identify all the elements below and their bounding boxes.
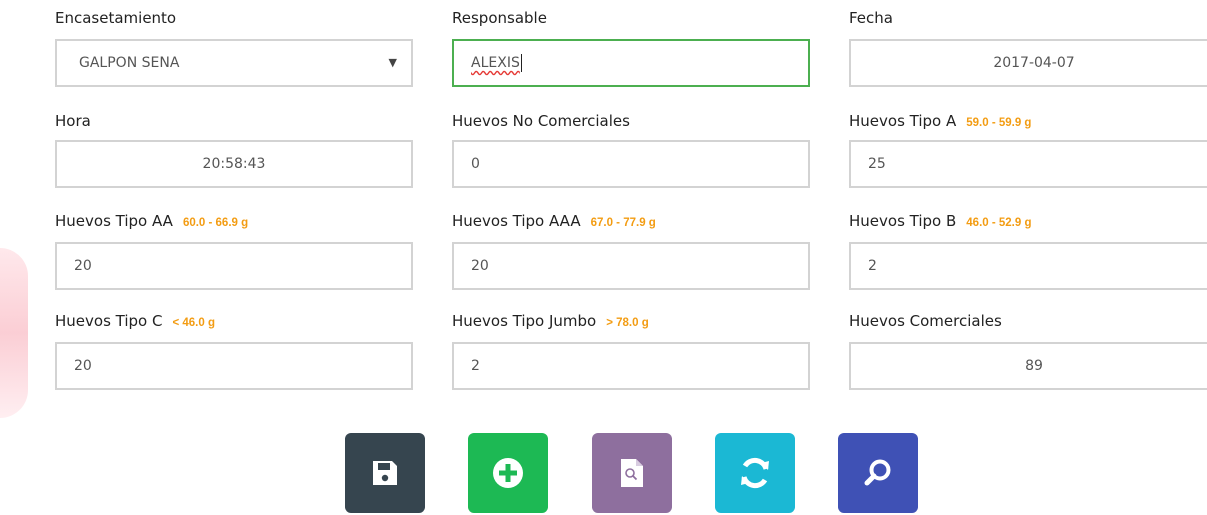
tipo-c-value: 20 bbox=[74, 358, 92, 374]
tipo-b-value: 2 bbox=[868, 258, 877, 274]
tipo-c-input[interactable]: 20 bbox=[55, 342, 413, 390]
fecha-label: Fecha bbox=[849, 9, 893, 27]
hora-label: Hora bbox=[55, 112, 91, 130]
responsable-value: ALEXIS bbox=[471, 55, 520, 71]
encasetamiento-label: Encasetamiento bbox=[55, 9, 177, 27]
document-search-icon bbox=[621, 459, 643, 487]
comerciales-value: 89 bbox=[1025, 358, 1043, 374]
tipo-aa-input[interactable]: 20 bbox=[55, 242, 413, 290]
tipo-a-label: Huevos Tipo A 59.0 - 59.9 g bbox=[849, 112, 1032, 130]
tipo-aaa-label: Huevos Tipo AAA 67.0 - 77.9 g bbox=[452, 212, 656, 230]
background-watermark bbox=[0, 248, 28, 418]
tipo-aaa-value: 20 bbox=[471, 258, 489, 274]
tipo-aaa-range: 67.0 - 77.9 g bbox=[590, 217, 656, 229]
comerciales-input[interactable]: 89 bbox=[849, 342, 1207, 390]
comerciales-label: Huevos Comerciales bbox=[849, 312, 1002, 330]
tipo-a-range: 59.0 - 59.9 g bbox=[966, 117, 1032, 129]
tipo-c-label: Huevos Tipo C < 46.0 g bbox=[55, 312, 215, 330]
responsable-input[interactable]: ALEXIS bbox=[452, 39, 810, 87]
tipo-b-input[interactable]: 2 bbox=[849, 242, 1207, 290]
refresh-icon bbox=[741, 457, 769, 489]
refresh-button[interactable] bbox=[715, 433, 795, 513]
tipo-b-range: 46.0 - 52.9 g bbox=[966, 217, 1032, 229]
encasetamiento-select[interactable]: GALPON SENA ▼ bbox=[55, 39, 413, 87]
hora-input[interactable]: 20:58:43 bbox=[55, 140, 413, 188]
tipo-aa-value: 20 bbox=[74, 258, 92, 274]
encasetamiento-value: GALPON SENA bbox=[79, 55, 180, 71]
tipo-b-label: Huevos Tipo B 46.0 - 52.9 g bbox=[849, 212, 1032, 230]
tipo-jumbo-label: Huevos Tipo Jumbo > 78.0 g bbox=[452, 312, 649, 330]
no-comerciales-value: 0 bbox=[471, 156, 480, 172]
magnifier-icon bbox=[864, 459, 891, 486]
tipo-aaa-input[interactable]: 20 bbox=[452, 242, 810, 290]
no-comerciales-label: Huevos No Comerciales bbox=[452, 112, 630, 130]
tipo-c-range: < 46.0 g bbox=[172, 317, 215, 329]
plus-circle-icon bbox=[493, 458, 523, 488]
save-button[interactable] bbox=[345, 433, 425, 513]
tipo-a-value: 25 bbox=[868, 156, 886, 172]
tipo-jumbo-input[interactable]: 2 bbox=[452, 342, 810, 390]
tipo-aa-range: 60.0 - 66.9 g bbox=[182, 217, 249, 229]
text-cursor bbox=[520, 54, 522, 72]
floppy-disk-icon bbox=[373, 461, 397, 485]
tipo-aa-label: Huevos Tipo AA 60.0 - 66.9 g bbox=[55, 212, 249, 230]
fecha-input[interactable]: 2017-04-07 bbox=[849, 39, 1207, 87]
chevron-down-icon: ▼ bbox=[388, 56, 397, 69]
no-comerciales-input[interactable]: 0 bbox=[452, 140, 810, 188]
tipo-jumbo-range: > 78.0 g bbox=[606, 317, 649, 329]
responsable-label: Responsable bbox=[452, 9, 547, 27]
add-button[interactable] bbox=[468, 433, 548, 513]
search-button[interactable] bbox=[838, 433, 918, 513]
fecha-value: 2017-04-07 bbox=[993, 55, 1075, 71]
tipo-a-input[interactable]: 25 bbox=[849, 140, 1207, 188]
tipo-jumbo-value: 2 bbox=[471, 358, 480, 374]
report-button[interactable] bbox=[592, 433, 672, 513]
hora-value: 20:58:43 bbox=[202, 156, 266, 172]
